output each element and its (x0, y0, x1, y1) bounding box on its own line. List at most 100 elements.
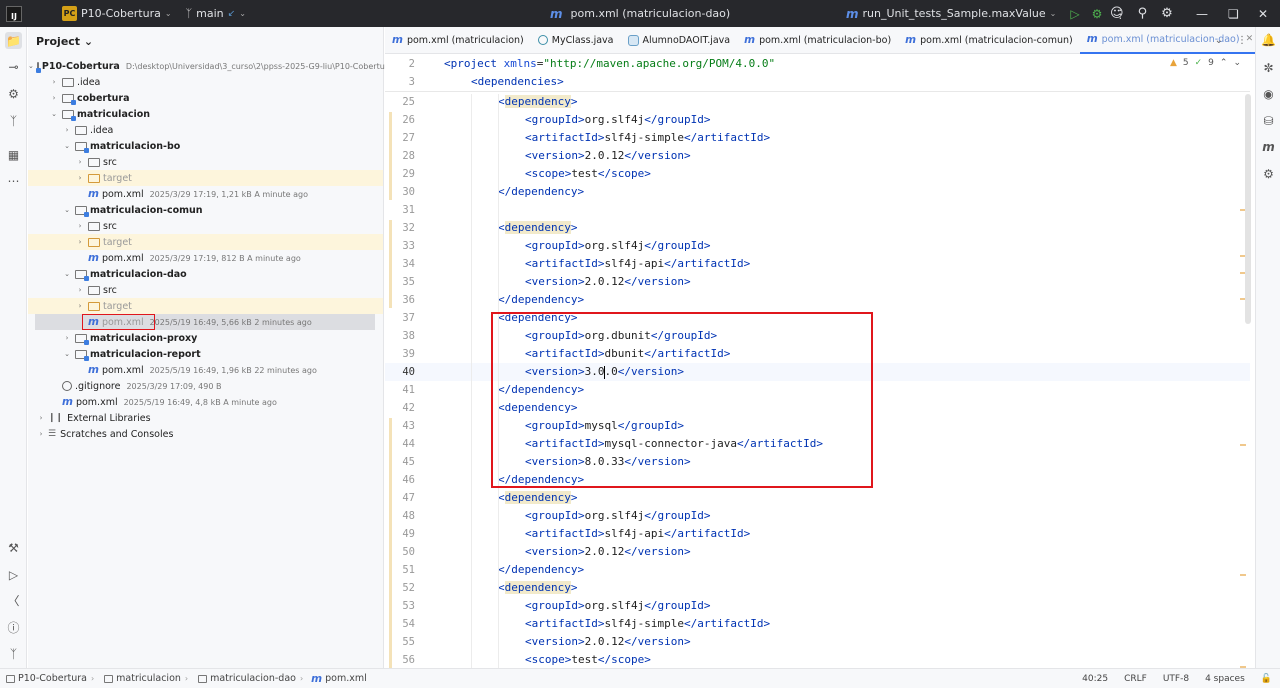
code-line[interactable]: 54 <artifactId>slf4j-simple</artifactId> (385, 615, 1250, 633)
chevron-down-icon[interactable]: ⌄ (62, 206, 72, 214)
main-menu-icon[interactable] (34, 0, 48, 27)
database-icon[interactable]: ⛁ (1260, 112, 1277, 129)
services-icon[interactable]: ▷ (5, 566, 22, 583)
chevron-right-icon[interactable]: › (49, 94, 59, 102)
chevron-right-icon[interactable]: › (75, 222, 85, 230)
more-tools-icon[interactable]: ⋯ (5, 172, 22, 189)
search-icon[interactable]: ⚲ (1138, 6, 1148, 21)
copilot-icon[interactable]: ◉ (1260, 85, 1277, 102)
code-line[interactable]: 47 <dependency> (385, 489, 1250, 507)
code-line[interactable]: 25 <dependency> (385, 93, 1250, 111)
indent-setting[interactable]: 4 spaces (1205, 674, 1245, 684)
code-line[interactable]: 2 <project xmlns="http://maven.apache.org… (385, 55, 1250, 73)
editor-tab[interactable]: m pom.xml (matriculacion-bo) (737, 27, 898, 54)
chevron-down-icon[interactable]: ⌄ (62, 142, 72, 150)
chevron-down-icon[interactable]: ⌄ (1233, 58, 1241, 68)
code-line[interactable]: 56 <scope>test</scope> (385, 651, 1250, 668)
tree-item[interactable]: ⌄ matriculacion-comun (28, 202, 383, 218)
ai-assistant-icon[interactable]: ✼ (1260, 59, 1277, 76)
tree-item[interactable]: ⌄ P10-Cobertura D:\desktop\Universidad\3_c… (28, 58, 393, 74)
chevron-down-icon[interactable]: ⌄ (62, 350, 72, 358)
chevron-down-icon[interactable]: ⌄ (62, 270, 72, 278)
code-line[interactable]: 55 <version>2.0.12</version> (385, 633, 1250, 651)
structure-icon[interactable]: ⚙ (5, 85, 22, 102)
chevron-right-icon[interactable]: › (49, 78, 59, 86)
line-separator[interactable]: CRLF (1124, 674, 1147, 684)
add-user-icon[interactable]: ☺ (1110, 6, 1124, 21)
chevron-right-icon[interactable]: › (75, 158, 85, 166)
code-editor[interactable]: 2 <project xmlns="http://maven.apache.org… (385, 54, 1255, 668)
code-line[interactable]: 52 <dependency> (385, 579, 1250, 597)
more-tabs-icon[interactable]: ⋮ (1237, 35, 1247, 46)
restore-icon[interactable]: ❏ (1228, 0, 1239, 27)
tree-item[interactable]: › src (28, 154, 383, 170)
project-switcher[interactable]: PC P10-Cobertura ⌄ (48, 0, 172, 27)
chevron-right-icon[interactable]: › (62, 334, 72, 342)
chevron-right-icon[interactable]: › (75, 302, 85, 310)
chevron-right-icon[interactable]: › (75, 286, 85, 294)
code-line[interactable]: 53 <groupId>org.slf4j</groupId> (385, 597, 1250, 615)
code-line[interactable]: 30 </dependency> (385, 183, 1250, 201)
inspection-widget[interactable]: ▲ 5 ✓ 9 ⌃ ⌄ (1170, 58, 1241, 68)
tree-item[interactable]: m pom.xml 2025/3/29 17:19, 1,21 kB A minut… (28, 186, 383, 202)
code-line[interactable]: 48 <groupId>org.slf4j</groupId> (385, 507, 1250, 525)
chevron-right-icon[interactable]: › (75, 238, 85, 246)
tree-item[interactable]: › target (28, 234, 383, 250)
tree-item[interactable]: ⌄ matriculacion (28, 106, 383, 122)
build-hammer-icon[interactable]: ⚒ (5, 539, 22, 556)
tree-item[interactable]: ⌄ matriculacion-report (28, 346, 383, 362)
problems-icon[interactable]: ⓘ (5, 619, 22, 636)
run-icon[interactable]: ▷ (1070, 7, 1079, 21)
tree-item[interactable]: › ☰ Scratches and Consoles (28, 426, 383, 442)
tab-overflow-icon[interactable]: ⌄ (1215, 35, 1223, 46)
breadcrumb-item[interactable]: pom.xml (325, 673, 367, 684)
code-line[interactable]: 26 <groupId>org.slf4j</groupId> (385, 111, 1250, 129)
code-line[interactable]: 36 </dependency> (385, 291, 1250, 309)
tree-item[interactable]: › cobertura (28, 90, 383, 106)
sticky-lines[interactable]: 2 <project xmlns="http://maven.apache.org… (385, 54, 1250, 92)
readonly-lock-icon[interactable]: 🔓 (1261, 674, 1272, 684)
run-configuration[interactable]: m run_Unit_tests_Sample.maxValue ⌄ ▷ ⚙ ⋮ (846, 0, 1126, 27)
tree-item[interactable]: › .idea (28, 74, 383, 90)
chevron-up-icon[interactable]: ⌃ (1220, 58, 1228, 68)
tree-item[interactable]: › ❙❙ External Libraries (28, 410, 383, 426)
tree-item[interactable]: › target (28, 170, 383, 186)
editor-tab[interactable]: AlumnoDAOIT.java (621, 27, 738, 54)
tree-item[interactable]: › src (28, 218, 383, 234)
caret-position[interactable]: 40:25 (1082, 674, 1108, 684)
code-line[interactable]: 31 (385, 201, 1250, 219)
tree-item[interactable]: › .idea (28, 122, 383, 138)
chevron-right-icon[interactable]: › (75, 174, 85, 182)
code-line[interactable]: 51 </dependency> (385, 561, 1250, 579)
breadcrumb-item[interactable]: P10-Cobertura (18, 673, 87, 684)
tree-item[interactable]: m pom.xml 2025/3/29 17:19, 812 B A minute … (28, 250, 383, 266)
modules-icon[interactable]: ▦ (5, 146, 22, 163)
tree-item[interactable]: › src (28, 282, 383, 298)
git-icon[interactable]: ᛉ (5, 645, 22, 662)
code-line[interactable]: 33 <groupId>org.slf4j</groupId> (385, 237, 1250, 255)
minimize-icon[interactable]: — (1196, 0, 1208, 27)
file-encoding[interactable]: UTF-8 (1163, 674, 1189, 684)
close-icon[interactable]: ✕ (1258, 0, 1268, 27)
editor-tab[interactable]: m pom.xml (matriculacion-comun) (898, 27, 1080, 54)
tree-item[interactable]: ⌄ matriculacion-dao (28, 266, 383, 282)
code-line[interactable]: 28 <version>2.0.12</version> (385, 147, 1250, 165)
notifications-bell-icon[interactable]: 🔔 (1260, 31, 1277, 48)
tree-item[interactable]: › matriculacion-proxy (28, 330, 383, 346)
code-line[interactable]: 3 <dependencies> (385, 73, 1250, 91)
branch-switcher[interactable]: ᛉ main ↙ ⌄ (172, 0, 246, 27)
project-folder-icon[interactable]: 📁 (5, 32, 22, 49)
tree-item[interactable]: .gitignore 2025/3/29 17:09, 490 B (28, 378, 383, 394)
editor-tab[interactable]: MyClass.java (531, 27, 621, 54)
breadcrumb-item[interactable]: matriculacion (116, 673, 181, 684)
code-line[interactable]: 29 <scope>test</scope> (385, 165, 1250, 183)
commit-icon[interactable]: ⊸ (5, 58, 22, 75)
settings-gear-icon[interactable]: ⚙ (1161, 6, 1173, 21)
tree-item[interactable]: › target (28, 298, 383, 314)
chevron-down-icon[interactable]: ⌄ (28, 62, 34, 70)
editor-scrollbar[interactable] (1245, 94, 1251, 324)
window-title[interactable]: m pom.xml (matriculacion-dao) (550, 0, 730, 27)
tree-item[interactable]: ⌄ matriculacion-bo (28, 138, 383, 154)
breadcrumb-item[interactable]: matriculacion-dao (210, 673, 296, 684)
maven-panel-icon[interactable]: m (1260, 138, 1277, 155)
